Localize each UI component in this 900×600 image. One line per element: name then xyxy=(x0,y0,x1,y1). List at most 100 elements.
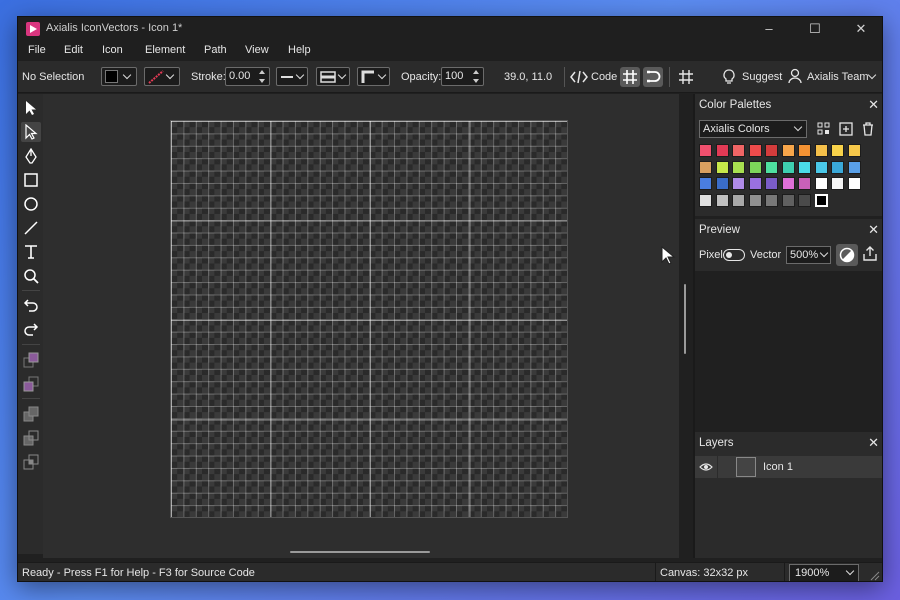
color-swatch[interactable] xyxy=(847,177,861,190)
menu-view[interactable]: View xyxy=(245,44,269,56)
horizontal-scrollbar[interactable] xyxy=(43,546,679,558)
color-swatch[interactable] xyxy=(781,193,795,207)
preview-background-button[interactable] xyxy=(836,244,858,266)
color-swatch[interactable] xyxy=(715,160,729,174)
pixel-vector-toggle[interactable] xyxy=(723,249,745,261)
color-swatch[interactable] xyxy=(748,177,762,190)
palette-select[interactable]: Axialis Colors xyxy=(699,120,807,138)
add-palette-button[interactable] xyxy=(839,122,855,138)
undo-button[interactable] xyxy=(21,296,41,316)
menu-element[interactable]: Element xyxy=(145,44,185,56)
color-swatch[interactable] xyxy=(798,193,811,207)
intersect-button[interactable] xyxy=(21,452,41,472)
color-swatch[interactable] xyxy=(831,144,844,157)
color-swatch[interactable] xyxy=(699,160,712,174)
menu-help[interactable]: Help xyxy=(288,44,311,56)
line-cap-picker[interactable] xyxy=(316,67,350,86)
direct-select-tool[interactable] xyxy=(21,122,41,142)
color-swatch[interactable] xyxy=(847,144,861,157)
spin-arrows-icon[interactable] xyxy=(472,70,480,83)
close-icon[interactable]: ✕ xyxy=(868,222,879,238)
canvas-zoom-select[interactable]: 1900% xyxy=(789,564,859,581)
redo-button[interactable] xyxy=(21,320,41,340)
select-tool[interactable] xyxy=(21,98,41,118)
color-swatch[interactable] xyxy=(847,160,861,174)
menu-icon[interactable]: Icon xyxy=(102,44,123,56)
send-backward-button[interactable] xyxy=(21,374,41,394)
color-swatch[interactable] xyxy=(732,177,745,190)
union-button[interactable] xyxy=(21,404,41,424)
color-swatch[interactable] xyxy=(781,144,795,157)
color-swatch[interactable] xyxy=(814,193,828,207)
color-swatch[interactable] xyxy=(814,160,828,174)
vertical-scrollbar[interactable] xyxy=(679,94,693,558)
rectangle-tool[interactable] xyxy=(21,170,41,190)
color-swatch[interactable] xyxy=(814,144,828,157)
color-swatch[interactable] xyxy=(748,193,762,207)
color-swatch[interactable] xyxy=(798,160,811,174)
color-swatch[interactable] xyxy=(715,144,729,157)
color-swatch[interactable] xyxy=(781,177,795,190)
line-tool[interactable] xyxy=(21,218,41,238)
color-swatch[interactable] xyxy=(781,160,795,174)
close-window-button[interactable]: ✕ xyxy=(838,17,882,41)
opacity-input[interactable]: 100 xyxy=(441,67,484,86)
ellipse-tool[interactable] xyxy=(21,194,41,214)
color-swatch[interactable] xyxy=(748,160,762,174)
color-swatch[interactable] xyxy=(748,144,762,157)
pixel-grid-canvas[interactable] xyxy=(170,120,568,518)
stroke-width-input[interactable]: 0.00 xyxy=(225,67,270,86)
pixel-grid-button[interactable] xyxy=(676,67,696,87)
horizontal-scroll-thumb[interactable] xyxy=(290,551,430,553)
color-swatch[interactable] xyxy=(765,193,778,207)
color-swatch[interactable] xyxy=(732,160,745,174)
color-swatch[interactable] xyxy=(765,177,778,190)
color-swatch[interactable] xyxy=(798,177,811,190)
fill-color-picker[interactable] xyxy=(101,67,137,86)
color-swatch[interactable] xyxy=(715,193,729,207)
subtract-button[interactable] xyxy=(21,428,41,448)
menu-file[interactable]: File xyxy=(28,44,46,56)
layer-row[interactable]: Icon 1 xyxy=(695,456,882,478)
color-swatch[interactable] xyxy=(732,144,745,157)
minimize-button[interactable]: – xyxy=(746,17,792,41)
color-swatch[interactable] xyxy=(699,193,712,207)
color-swatch[interactable] xyxy=(699,144,712,157)
pen-tool[interactable] xyxy=(21,146,41,166)
close-icon[interactable]: ✕ xyxy=(868,435,879,451)
bring-forward-button[interactable] xyxy=(21,350,41,370)
maximize-button[interactable]: ☐ xyxy=(792,17,838,41)
snap-toggle-button[interactable] xyxy=(643,67,663,87)
suggest-button[interactable]: Suggest xyxy=(722,65,782,89)
eye-icon[interactable] xyxy=(699,462,713,472)
stroke-color-picker[interactable] xyxy=(144,67,180,86)
color-swatch[interactable] xyxy=(798,144,811,157)
spin-arrows-icon[interactable] xyxy=(258,70,266,83)
line-style-picker[interactable] xyxy=(276,67,308,86)
preview-zoom-select[interactable]: 500% xyxy=(786,246,831,264)
text-tool[interactable] xyxy=(21,242,41,262)
resize-grip-icon[interactable] xyxy=(870,571,880,581)
menu-path[interactable]: Path xyxy=(204,44,227,56)
menu-edit[interactable]: Edit xyxy=(64,44,83,56)
zoom-tool[interactable] xyxy=(21,266,41,286)
close-icon[interactable]: ✕ xyxy=(868,97,879,113)
code-button[interactable]: Code xyxy=(570,65,617,89)
grid-toggle-button[interactable] xyxy=(620,67,640,87)
palette-options-button[interactable] xyxy=(817,122,833,138)
export-preview-button[interactable] xyxy=(862,246,880,264)
color-swatch[interactable] xyxy=(831,177,844,190)
canvas-area[interactable] xyxy=(43,94,679,558)
line-join-picker[interactable] xyxy=(357,67,390,86)
color-swatch[interactable] xyxy=(732,193,745,207)
undo-icon xyxy=(23,299,38,312)
color-swatch[interactable] xyxy=(699,177,712,190)
color-swatch[interactable] xyxy=(765,144,778,157)
color-swatch[interactable] xyxy=(831,160,844,174)
color-swatch[interactable] xyxy=(814,177,828,190)
account-menu[interactable]: Axialis Team xyxy=(788,65,880,89)
color-swatch[interactable] xyxy=(765,160,778,174)
delete-palette-button[interactable] xyxy=(861,122,877,138)
color-swatch[interactable] xyxy=(715,177,729,190)
vertical-scroll-thumb[interactable] xyxy=(684,284,686,354)
